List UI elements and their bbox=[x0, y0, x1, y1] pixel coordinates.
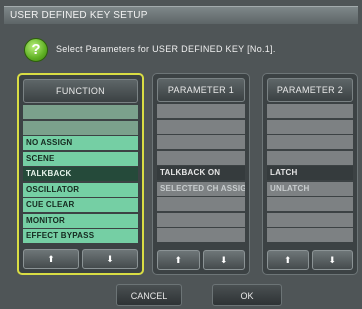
list-item[interactable] bbox=[23, 105, 138, 119]
list-item[interactable] bbox=[157, 228, 245, 242]
list-item[interactable] bbox=[157, 135, 245, 149]
list-item[interactable] bbox=[157, 104, 245, 118]
user-defined-key-setup-window: USER DEFINED KEY SETUP ? Select Paramete… bbox=[0, 0, 362, 309]
scroll-down-button[interactable]: ⬇ bbox=[202, 250, 245, 270]
function-column-header: FUNCTION bbox=[23, 79, 138, 103]
instruction-text: Select Parameters for USER DEFINED KEY [… bbox=[56, 44, 276, 54]
list-item[interactable] bbox=[23, 120, 138, 135]
function-item-no-assign[interactable]: NO ASSIGN bbox=[23, 136, 138, 150]
function-item-scene[interactable]: SCENE bbox=[23, 151, 138, 166]
function-column: FUNCTION NO ASSIGN SCENE TALKBACK OSCILL… bbox=[17, 73, 144, 275]
scroll-up-button[interactable]: ⬆ bbox=[23, 249, 79, 269]
parameter2-list: LATCH UNLATCH bbox=[267, 104, 353, 244]
list-item[interactable] bbox=[157, 150, 245, 165]
list-item[interactable] bbox=[267, 212, 353, 227]
list-item[interactable] bbox=[267, 197, 353, 211]
function-item-cue-clear[interactable]: CUE CLEAR bbox=[23, 198, 138, 212]
parameter1-column-header: PARAMETER 1 bbox=[157, 78, 245, 102]
list-item[interactable] bbox=[157, 212, 245, 227]
scroll-up-button[interactable]: ⬆ bbox=[157, 250, 200, 270]
scroll-down-button[interactable]: ⬇ bbox=[82, 249, 138, 269]
list-item[interactable] bbox=[267, 150, 353, 165]
parameter2-item-latch[interactable]: LATCH bbox=[267, 166, 353, 180]
function-scroll-controls: ⬆ ⬇ bbox=[23, 249, 138, 269]
function-item-oscillator[interactable]: OSCILLATOR bbox=[23, 182, 138, 197]
ok-button[interactable]: OK bbox=[212, 284, 282, 306]
list-item[interactable] bbox=[267, 104, 353, 118]
list-item[interactable] bbox=[157, 119, 245, 134]
function-item-talkback[interactable]: TALKBACK bbox=[23, 167, 138, 181]
cancel-button[interactable]: CANCEL bbox=[116, 284, 182, 306]
parameter2-column-header: PARAMETER 2 bbox=[267, 78, 353, 102]
window-title: USER DEFINED KEY SETUP bbox=[4, 6, 358, 24]
function-item-monitor[interactable]: MONITOR bbox=[23, 213, 138, 228]
parameter1-item-selected-ch-assign[interactable]: SELECTED CH ASSIGN bbox=[157, 181, 245, 196]
list-item[interactable] bbox=[267, 228, 353, 242]
scroll-down-button[interactable]: ⬇ bbox=[311, 250, 353, 270]
function-list: NO ASSIGN SCENE TALKBACK OSCILLATOR CUE … bbox=[23, 105, 138, 245]
list-item[interactable] bbox=[157, 197, 245, 211]
parameter1-column: PARAMETER 1 TALKBACK ON SELECTED CH ASSI… bbox=[152, 73, 250, 275]
help-icon[interactable]: ? bbox=[24, 38, 48, 62]
parameter1-scroll-controls: ⬆ ⬇ bbox=[157, 250, 245, 270]
function-item-effect-bypass[interactable]: EFFECT BYPASS bbox=[23, 229, 138, 243]
parameter1-item-talkback-on[interactable]: TALKBACK ON bbox=[157, 166, 245, 180]
list-item[interactable] bbox=[267, 119, 353, 134]
scroll-up-button[interactable]: ⬆ bbox=[267, 250, 309, 270]
parameter2-item-unlatch[interactable]: UNLATCH bbox=[267, 181, 353, 196]
parameter2-scroll-controls: ⬆ ⬇ bbox=[267, 250, 353, 270]
parameter2-column: PARAMETER 2 LATCH UNLATCH ⬆ ⬇ bbox=[262, 73, 358, 275]
list-item[interactable] bbox=[267, 135, 353, 149]
parameter1-list: TALKBACK ON SELECTED CH ASSIGN bbox=[157, 104, 245, 244]
